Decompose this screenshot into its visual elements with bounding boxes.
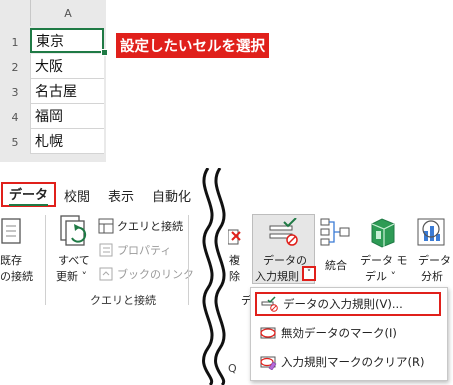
- queries-connections-button[interactable]: クエリと接続: [98, 218, 183, 234]
- row-header-4[interactable]: 4: [0, 104, 30, 130]
- existing-connections-label-2: の接続: [0, 270, 33, 283]
- row-header-5[interactable]: 5: [0, 129, 30, 155]
- existing-connections-label-1: 既存: [0, 254, 22, 267]
- group-label-queries: クエリと接続: [90, 294, 156, 307]
- validation-icon: [261, 296, 278, 312]
- row-header-3[interactable]: 3: [0, 79, 30, 105]
- row-header-1[interactable]: 1: [0, 29, 30, 55]
- instruction-callout: 設定したいセルを選択: [116, 33, 269, 58]
- workbook-links-icon: [99, 267, 113, 281]
- data-analysis-icon[interactable]: [416, 217, 446, 247]
- circle-invalid-icon: [260, 327, 276, 339]
- tab-view[interactable]: 表示: [108, 183, 134, 207]
- cell-a2[interactable]: 大阪: [30, 54, 104, 79]
- queries-icon: [98, 218, 114, 234]
- workbook-links-button[interactable]: ブックのリンク: [98, 266, 194, 282]
- queries-connections-label: クエリと接続: [117, 220, 183, 233]
- properties-label: プロパティ: [117, 244, 172, 257]
- cell-a1[interactable]: 東京: [30, 28, 104, 53]
- fill-handle[interactable]: [101, 49, 108, 56]
- cell-a3[interactable]: 名古屋: [30, 79, 104, 104]
- sheet-column-partial: Q: [228, 362, 237, 375]
- data-analysis-label-2: 分析: [421, 270, 443, 283]
- menu-item-circle-invalid-label: 無効データのマーク(I): [281, 326, 397, 340]
- tab-automate[interactable]: 自動化: [152, 183, 191, 207]
- cell-a5[interactable]: 札幌: [30, 129, 104, 154]
- consolidate-icon[interactable]: [320, 217, 350, 247]
- data-validation-menu: データの入力規則(V)... 無効データのマーク(I) 入力規則マークのクリア(…: [250, 287, 448, 381]
- group-divider: [188, 215, 189, 305]
- data-analysis-label-1: データ: [418, 254, 451, 267]
- properties-icon: [99, 243, 113, 257]
- row-header-2[interactable]: 2: [0, 54, 30, 80]
- data-model-label-1: データ モ: [360, 254, 408, 267]
- remove-duplicates-label-2: 除: [229, 270, 240, 283]
- properties-button[interactable]: プロパティ: [98, 242, 171, 258]
- tab-review[interactable]: 校閲: [64, 183, 90, 207]
- data-model-icon[interactable]: [368, 216, 398, 248]
- remove-duplicates-icon[interactable]: [227, 222, 246, 252]
- workbook-links-label: ブックのリンク: [117, 268, 194, 281]
- clear-circles-icon: [260, 356, 277, 370]
- data-validation-label-2: 入力規則: [255, 270, 299, 283]
- column-header-a[interactable]: A: [30, 0, 105, 26]
- refresh-all-label-2: 更新 ˅: [56, 270, 87, 283]
- consolidate-label: 統合: [325, 259, 347, 272]
- menu-item-clear-circles[interactable]: 入力規則マークのクリア(R): [255, 350, 441, 374]
- refresh-all-icon[interactable]: [58, 214, 94, 252]
- menu-item-data-validation-label: データの入力規則(V)...: [283, 297, 403, 311]
- refresh-all-label-1: すべて: [58, 254, 90, 267]
- menu-item-data-validation[interactable]: データの入力規則(V)...: [255, 292, 441, 316]
- existing-connections-icon[interactable]: [0, 216, 28, 250]
- wave-break-divider: [202, 168, 226, 385]
- tab-data[interactable]: データ: [1, 182, 56, 207]
- data-model-label-2: デル ˅: [365, 270, 396, 283]
- menu-item-clear-circles-label: 入力規則マークのクリア(R): [281, 355, 425, 369]
- cell-a4[interactable]: 福岡: [30, 104, 104, 129]
- data-validation-icon: [268, 217, 300, 248]
- data-validation-dropdown-arrow[interactable]: ˅: [302, 266, 316, 281]
- remove-duplicates-label-1: 複: [229, 254, 240, 267]
- group-divider: [45, 215, 46, 305]
- menu-item-circle-invalid[interactable]: 無効データのマーク(I): [255, 321, 441, 345]
- data-validation-label-1: データの: [263, 254, 307, 267]
